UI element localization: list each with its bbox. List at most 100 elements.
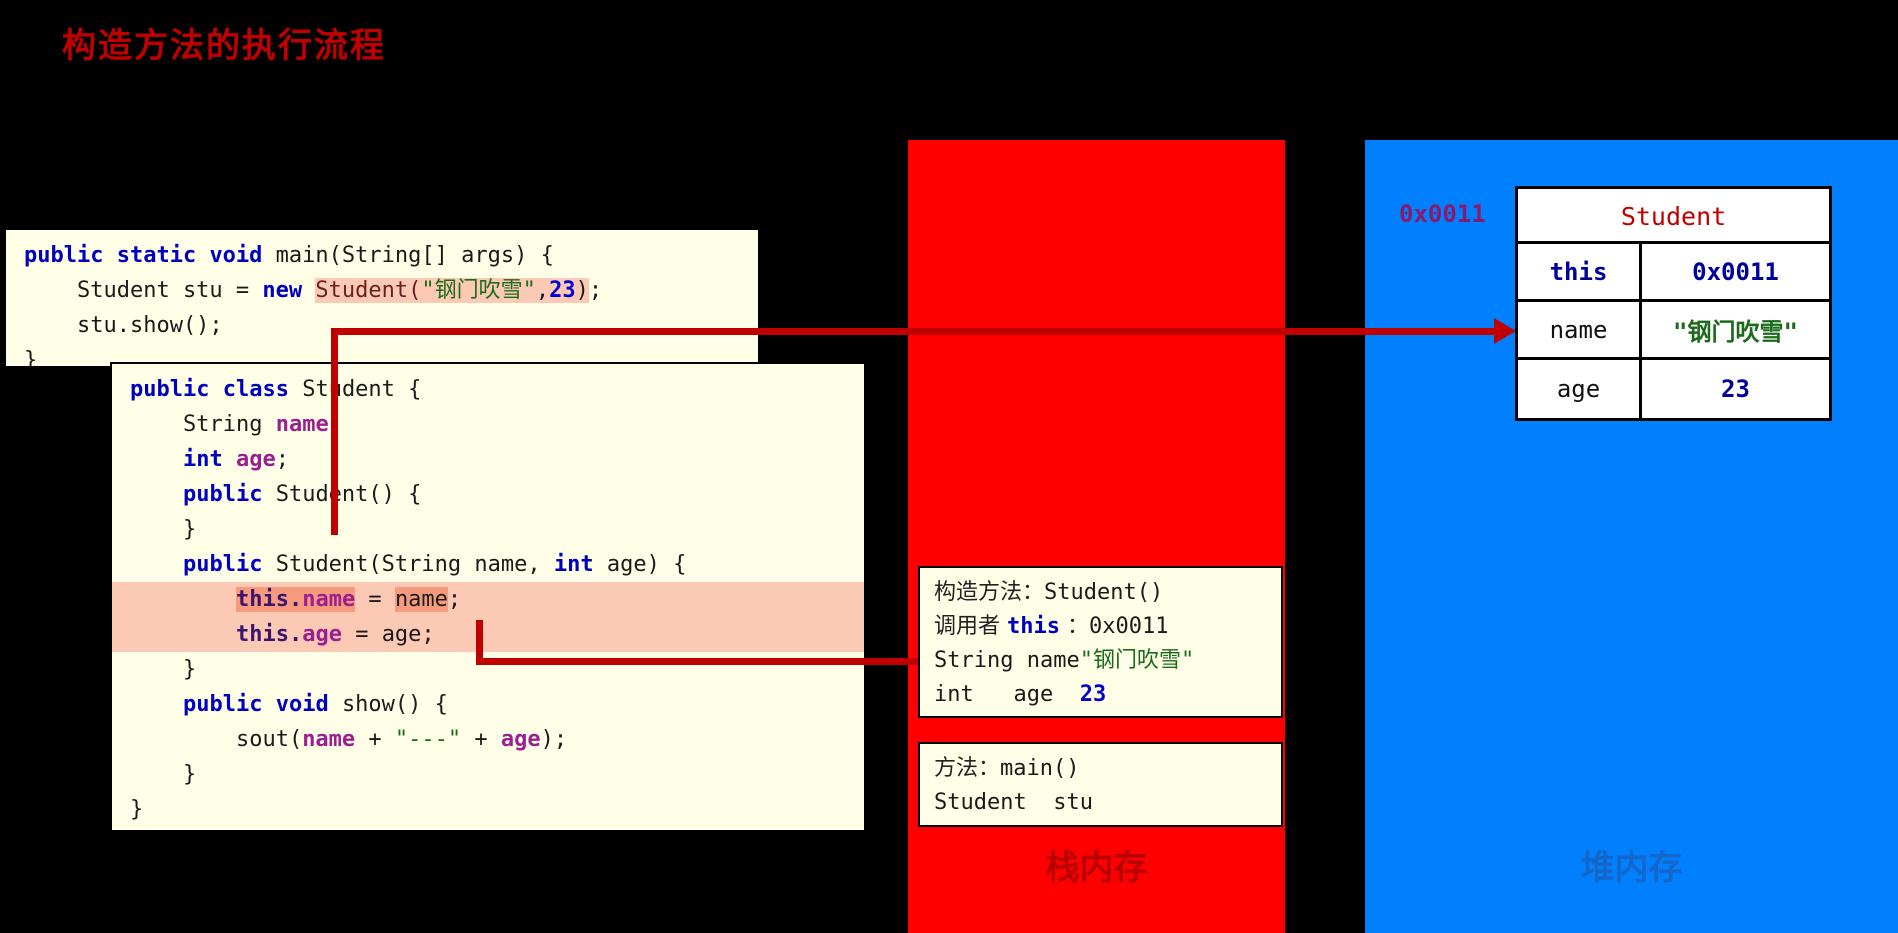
code-token: this — [235, 622, 289, 647]
code-line: stu.show(); — [6, 308, 758, 343]
code-line: this.age = age; — [112, 617, 864, 652]
code-token: public — [182, 482, 276, 507]
code-token: this — [235, 587, 289, 612]
frame-token: this — [1007, 614, 1060, 639]
code-token: static — [116, 243, 210, 268]
code-line: public Student(String name, int age) { — [112, 547, 864, 582]
code-token: Student( — [315, 278, 422, 303]
code-token: ); — [540, 727, 568, 752]
frame-line: 调用者 this ：0x0011 — [934, 610, 1267, 644]
code-token: public — [130, 377, 223, 402]
code-token: public — [182, 692, 276, 717]
code-token: public — [182, 552, 276, 577]
constructor-stack-frame: 构造方法：Student() 调用者 this ：0x0011 String nam… — [918, 566, 1283, 718]
code-token: = — [355, 587, 395, 612]
code-token: name — [302, 587, 356, 612]
arrow-1-head — [1494, 318, 1516, 344]
object-field-name: this — [1518, 244, 1642, 299]
arrow-1-vertical — [331, 328, 338, 535]
object-field-value: 0x0011 — [1692, 257, 1779, 286]
frame-token: int age — [934, 682, 1080, 707]
main-method-code-block: public static void main(String[] args) {… — [4, 228, 760, 368]
code-token: Student stu = — [24, 278, 263, 303]
code-token: stu.show(); — [24, 313, 223, 338]
code-line: String name; — [112, 407, 864, 442]
code-token: show() { — [341, 692, 448, 717]
frame-token: "钢门吹雪" — [1079, 648, 1195, 673]
code-token: ) — [575, 278, 589, 303]
stack-memory-caption: 栈内存 — [1045, 848, 1148, 888]
frame-token: 调用者 — [934, 614, 1007, 639]
code-token: } — [24, 348, 38, 368]
code-token: } — [130, 797, 144, 822]
heap-address-label: 0x0011 — [1399, 200, 1486, 228]
code-token: Student(String name, — [275, 552, 554, 577]
object-table-header: Student — [1518, 189, 1829, 244]
code-token: main(String[] args) { — [275, 243, 554, 268]
frame-line: String name"钢门吹雪" — [934, 644, 1267, 678]
object-field-row: age 23 — [1518, 360, 1829, 418]
code-token: ; — [447, 587, 462, 612]
code-token: sout( — [130, 727, 303, 752]
code-token: + — [461, 727, 501, 752]
code-token: Student { — [302, 377, 422, 402]
code-token: int — [182, 447, 236, 472]
code-token: ; — [275, 447, 289, 472]
frame-token: Student() — [1044, 580, 1164, 605]
code-token: void — [209, 243, 276, 268]
object-field-row: name "钢门吹雪" — [1518, 302, 1829, 360]
code-token: age — [302, 622, 342, 647]
code-line: } — [112, 757, 864, 792]
code-token: name — [302, 727, 356, 752]
code-token: "钢门吹雪" — [421, 278, 536, 303]
code-token: int — [553, 552, 607, 577]
code-token: age — [235, 447, 276, 472]
code-line: this.name = name; — [112, 582, 864, 617]
object-field-value: "钢门吹雪" — [1673, 318, 1798, 346]
frame-token: 构造方法： — [934, 580, 1045, 605]
frame-token: String name — [934, 648, 1080, 673]
code-line: public static void main(String[] args) { — [6, 238, 758, 273]
code-token: "---" — [394, 727, 462, 752]
slide-canvas: 构造方法的执行流程 栈内存 堆内存 public static void mai… — [0, 0, 1898, 933]
code-token: public — [24, 243, 117, 268]
code-token: name — [394, 587, 448, 612]
code-token: name — [275, 412, 329, 437]
object-field-name: name — [1518, 302, 1642, 357]
code-token: } — [130, 517, 197, 542]
page-title: 构造方法的执行流程 — [62, 26, 386, 66]
code-token: age) { — [606, 552, 687, 577]
main-stack-frame: 方法：main() Student stu — [918, 742, 1283, 827]
frame-token: Student stu — [934, 790, 1093, 815]
code-token: age — [500, 727, 541, 752]
code-line: public Student() { — [112, 477, 864, 512]
code-token: . — [288, 622, 303, 647]
frame-token: 23 — [1079, 682, 1107, 707]
code-line: int age; — [112, 442, 864, 477]
frame-token: 方法： — [934, 756, 1001, 781]
code-line: public class Student { — [112, 372, 864, 407]
code-line: sout(name + "---" + age); — [112, 722, 864, 757]
arrow-1-horizontal — [331, 328, 1502, 335]
frame-line: int age 23 — [934, 678, 1267, 712]
code-token: , — [535, 278, 550, 303]
object-field-value: 23 — [1721, 375, 1750, 403]
frame-line: 构造方法：Student() — [934, 576, 1267, 610]
student-class-code-block: public class Student { String name; int … — [110, 362, 866, 832]
frame-token: main() — [1000, 756, 1080, 781]
code-line: Student stu = new Student("钢门吹雪",23); — [6, 273, 758, 308]
code-token: new — [262, 278, 316, 303]
code-token: 23 — [549, 278, 576, 303]
object-table-rows: this 0x0011 name "钢门吹雪" age 23 — [1518, 244, 1829, 418]
frame-line: 方法：main() — [934, 752, 1267, 786]
code-token: Student() { — [275, 482, 422, 507]
frame-token: 0x0011 — [1088, 614, 1169, 639]
student-object-table: Student this 0x0011 name "钢门吹雪" age 23 — [1515, 186, 1832, 421]
code-token: String — [130, 412, 276, 437]
code-line: } — [112, 512, 864, 547]
